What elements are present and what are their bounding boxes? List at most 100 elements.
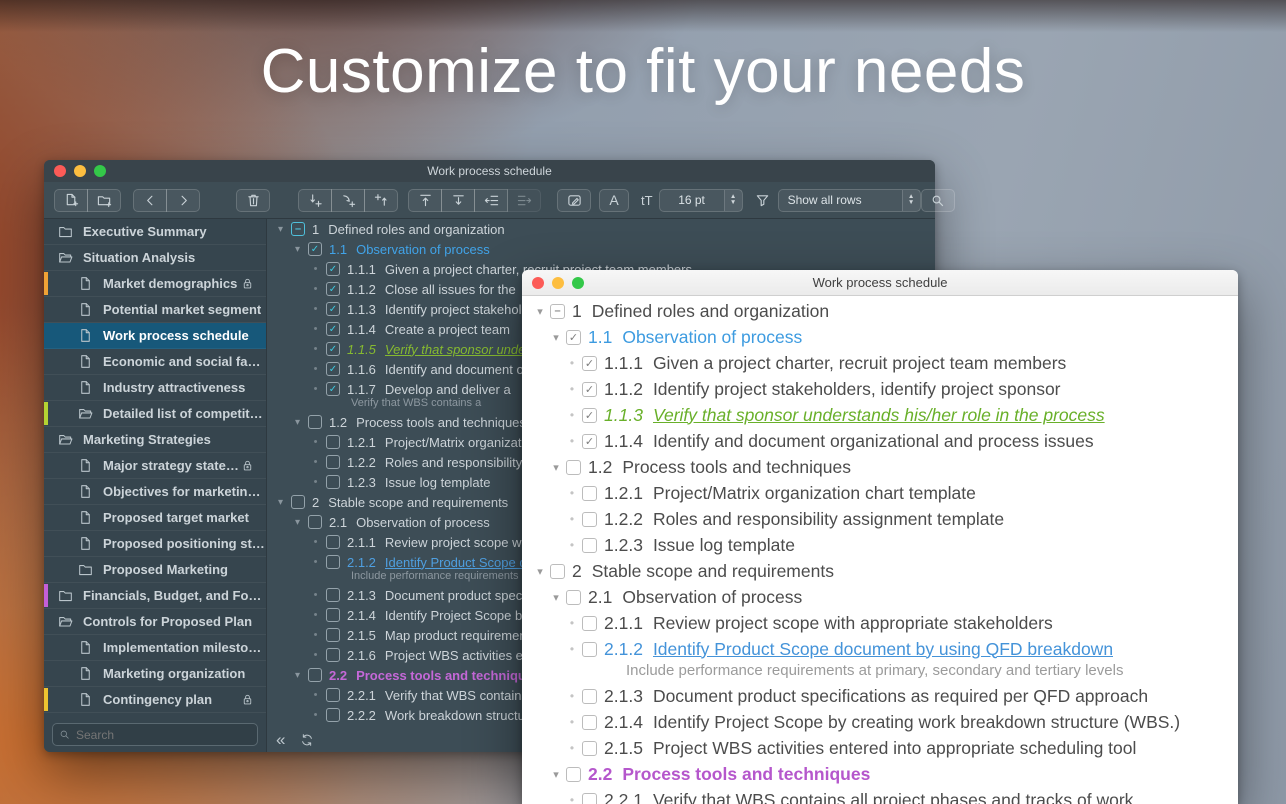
checkbox[interactable] (326, 608, 340, 622)
outline-row[interactable]: ▾2.2Process tools and techniques (522, 761, 1238, 787)
checkbox[interactable] (582, 715, 597, 730)
font-size-value[interactable]: 16 pt (660, 190, 724, 211)
outline-row[interactable]: •2.1.5Project WBS activities entered int… (522, 735, 1238, 761)
checkbox[interactable] (582, 741, 597, 756)
disclosure-triangle-icon[interactable]: ▾ (548, 461, 564, 474)
back-window-titlebar[interactable]: Work process schedule (44, 160, 935, 182)
minimize-button[interactable] (74, 165, 86, 177)
checkbox[interactable] (291, 495, 305, 509)
delete-button[interactable] (236, 189, 270, 212)
checkbox[interactable]: ✓ (326, 302, 340, 316)
outline-row[interactable]: •1.2.2Roles and responsibility assignmen… (522, 506, 1238, 532)
move-to-top-button[interactable] (408, 189, 442, 212)
new-document-button[interactable] (54, 189, 88, 212)
indent-button[interactable] (507, 189, 541, 212)
row-filter-stepper-arrows[interactable]: ▲▼ (902, 190, 920, 211)
minimize-button[interactable] (552, 277, 564, 289)
outline-row[interactable]: •✓1.1.3Verify that sponsor understands h… (522, 402, 1238, 428)
checkbox[interactable] (582, 486, 597, 501)
checkbox[interactable]: ✓ (308, 242, 322, 256)
checkbox[interactable] (326, 535, 340, 549)
sidebar-item[interactable]: Situation Analysis (44, 245, 266, 271)
edit-note-button[interactable] (557, 189, 591, 212)
insert-row-below-button[interactable] (298, 189, 332, 212)
checkbox[interactable] (326, 588, 340, 602)
disclosure-triangle-icon[interactable]: ▾ (532, 565, 548, 578)
row-filter-value[interactable]: Show all rows (779, 190, 902, 211)
insert-row-above-button[interactable] (364, 189, 398, 212)
checkbox[interactable] (550, 564, 565, 579)
checkbox[interactable] (326, 475, 340, 489)
checkbox[interactable] (582, 616, 597, 631)
outline-row[interactable]: •1.2.3Issue log template (522, 532, 1238, 558)
checkbox[interactable] (308, 415, 322, 429)
checkbox[interactable] (308, 668, 322, 682)
outline-row[interactable]: •✓1.1.4Identify and document organizatio… (522, 428, 1238, 454)
outline-row[interactable]: ▾–1Defined roles and organization (522, 298, 1238, 324)
disclosure-triangle-icon[interactable]: ▾ (548, 768, 564, 781)
sidebar-search-field[interactable] (52, 723, 258, 746)
disclosure-triangle-icon[interactable]: ▾ (548, 591, 564, 604)
collapse-sidebar-icon[interactable]: « (276, 733, 285, 747)
forward-button[interactable] (166, 189, 200, 212)
outdent-button[interactable] (474, 189, 508, 212)
sidebar-item[interactable]: Market demographics (44, 271, 266, 297)
zoom-button[interactable] (94, 165, 106, 177)
sync-icon[interactable] (300, 733, 314, 747)
sidebar-item[interactable]: Major strategy statement (44, 453, 266, 479)
zoom-button[interactable] (572, 277, 584, 289)
disclosure-triangle-icon[interactable]: ▾ (290, 244, 305, 255)
sidebar-item[interactable]: Proposed Marketing (44, 557, 266, 583)
checkbox[interactable] (326, 455, 340, 469)
checkbox[interactable] (566, 460, 581, 475)
sidebar-item[interactable]: Economic and social factors (44, 349, 266, 375)
sidebar-item[interactable]: Detailed list of competitors (44, 401, 266, 427)
disclosure-triangle-icon[interactable]: ▾ (532, 305, 548, 318)
checkbox[interactable]: ✓ (582, 434, 597, 449)
sidebar-item[interactable]: Executive Summary (44, 219, 266, 245)
checkbox[interactable]: ✓ (582, 356, 597, 371)
outline-row[interactable]: ▾1.2Process tools and techniques (522, 454, 1238, 480)
disclosure-triangle-icon[interactable]: ▾ (273, 224, 288, 235)
sidebar-item[interactable]: Potential market segment (44, 297, 266, 323)
outline-row[interactable]: •1.2.1Project/Matrix organization chart … (522, 480, 1238, 506)
move-to-bottom-button[interactable] (441, 189, 475, 212)
checkbox[interactable]: ✓ (326, 342, 340, 356)
disclosure-triangle-icon[interactable]: ▾ (290, 670, 305, 681)
checkbox[interactable] (326, 628, 340, 642)
outline-row[interactable]: ▾✓1.1Observation of process (267, 239, 935, 259)
sidebar-item[interactable]: Controls for Proposed Plan (44, 609, 266, 635)
checkbox[interactable] (566, 767, 581, 782)
outline-row[interactable]: ▾2Stable scope and requirements (522, 558, 1238, 584)
sidebar-item[interactable]: Marketing organization (44, 661, 266, 687)
checkbox[interactable]: ✓ (326, 322, 340, 336)
checkbox[interactable] (582, 538, 597, 553)
checkbox[interactable] (326, 688, 340, 702)
sidebar-item[interactable]: Industry attractiveness (44, 375, 266, 401)
close-button[interactable] (54, 165, 66, 177)
sidebar-item[interactable]: Financials, Budget, and Forecasts (44, 583, 266, 609)
disclosure-triangle-icon[interactable]: ▾ (290, 417, 305, 428)
checkbox[interactable] (582, 793, 597, 804)
disclosure-triangle-icon[interactable]: ▾ (548, 331, 564, 344)
checkbox[interactable]: ✓ (326, 382, 340, 396)
checkbox[interactable] (326, 648, 340, 662)
sidebar-item[interactable]: Proposed positioning strategy (44, 531, 266, 557)
front-window-titlebar[interactable]: Work process schedule (522, 270, 1238, 296)
checkbox[interactable]: ✓ (582, 408, 597, 423)
checkbox[interactable] (326, 708, 340, 722)
checkbox[interactable] (566, 590, 581, 605)
sidebar-item[interactable]: Objectives for marketing plan (44, 479, 266, 505)
search-input[interactable] (74, 727, 251, 743)
outline-row[interactable]: •2.1.1Review project scope with appropri… (522, 610, 1238, 636)
checkbox[interactable] (582, 512, 597, 527)
checkbox[interactable] (582, 689, 597, 704)
search-button[interactable] (921, 189, 955, 212)
disclosure-triangle-icon[interactable]: ▾ (290, 517, 305, 528)
sidebar-item[interactable]: Implementation milestones (44, 635, 266, 661)
checkbox[interactable]: ✓ (326, 362, 340, 376)
sidebar-item[interactable]: Marketing Strategies (44, 427, 266, 453)
outline-row[interactable]: ▾–1Defined roles and organization (267, 219, 935, 239)
outline-row[interactable]: ▾✓1.1Observation of process (522, 324, 1238, 350)
checkbox[interactable]: ✓ (566, 330, 581, 345)
